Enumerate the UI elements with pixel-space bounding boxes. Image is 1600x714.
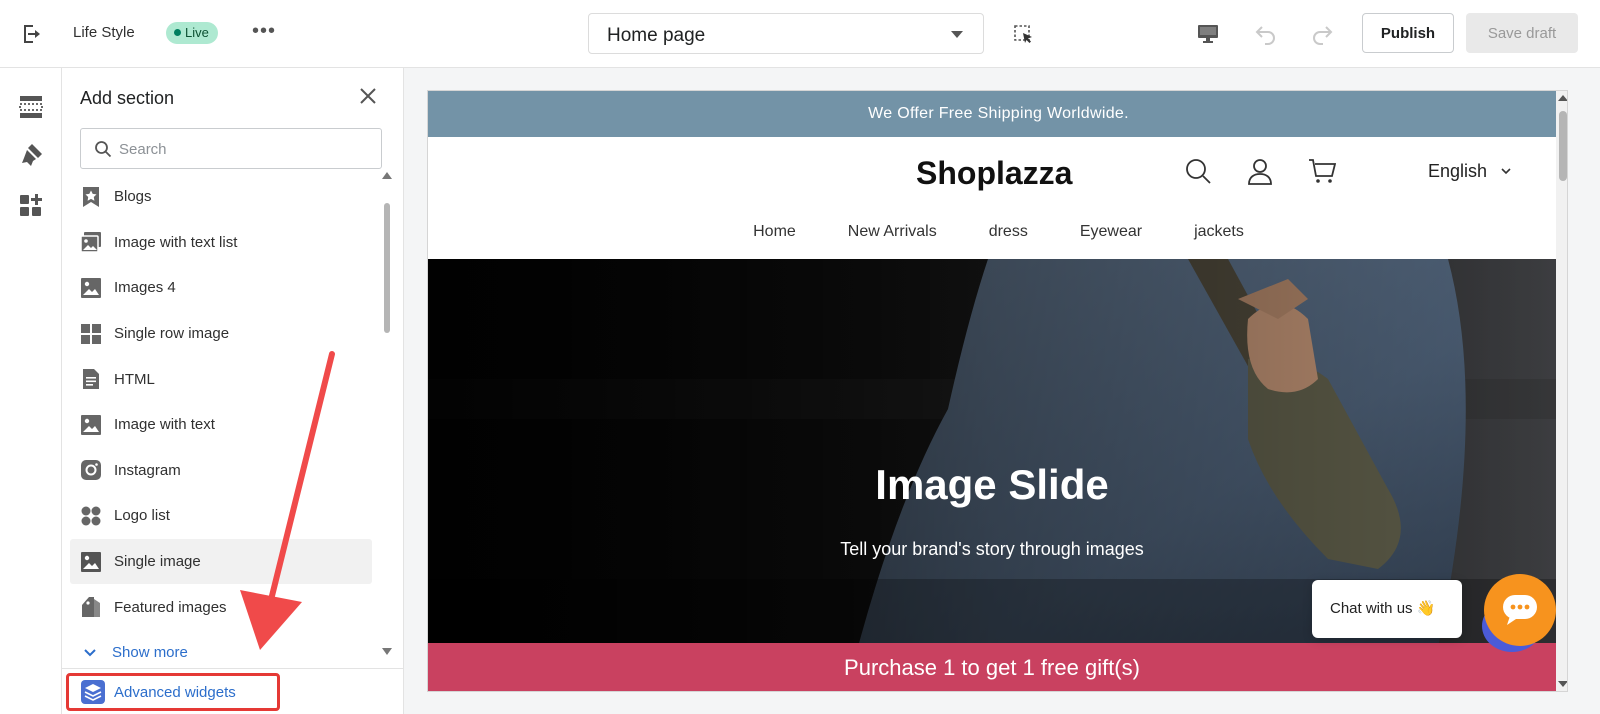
image-icon [81, 551, 101, 572]
section-item-label: HTML [114, 370, 155, 388]
advanced-widgets-button[interactable]: Advanced widgets [66, 673, 280, 711]
promo-bar[interactable]: Purchase 1 to get 1 free gift(s) [428, 643, 1556, 691]
advanced-widgets-label: Advanced widgets [114, 683, 236, 701]
chat-button[interactable] [1484, 574, 1556, 646]
section-item-label: Single image [114, 553, 201, 571]
section-item-label: Instagram [114, 461, 181, 479]
announcement-bar: We Offer Free Shipping Worldwide. [428, 91, 1567, 137]
redo-icon[interactable] [1310, 22, 1334, 46]
image-list-icon [80, 232, 101, 254]
nav-item-new-arrivals[interactable]: New Arrivals [848, 223, 937, 241]
show-more-link[interactable]: Show more [84, 644, 188, 661]
store-nav: Home New Arrivals dress Eyewear jackets [428, 223, 1567, 241]
section-item-label: Image with text [114, 416, 215, 434]
panel-scrollbar-thumb[interactable] [384, 203, 390, 333]
publish-button[interactable]: Publish [1362, 13, 1454, 53]
preview-scrollbar-thumb[interactable] [1559, 111, 1567, 181]
search-input[interactable] [119, 135, 369, 163]
status-badge: Live [166, 22, 218, 44]
top-bar: Life Style Live ••• Home page Publish Sa… [0, 0, 1600, 68]
section-item-image-with-text-list[interactable]: Image with text list [70, 220, 372, 266]
grid-icon [81, 323, 101, 344]
scroll-down-arrow[interactable] [1558, 681, 1567, 687]
chevron-down-icon [84, 648, 96, 656]
instagram-icon [81, 460, 101, 481]
close-icon[interactable] [358, 86, 378, 106]
nav-item-jackets[interactable]: jackets [1194, 223, 1244, 241]
image-icon [81, 277, 101, 298]
scroll-down-arrow[interactable] [382, 648, 392, 655]
hero-subtitle: Tell your brand's story through images [840, 539, 1144, 559]
section-item-label: Image with text list [114, 233, 238, 251]
chat-prompt[interactable]: Chat with us 👋 [1312, 580, 1462, 638]
status-dot [174, 29, 181, 36]
scroll-up-arrow[interactable] [382, 172, 392, 179]
search-icon [95, 141, 112, 158]
language-selector[interactable]: English [1428, 161, 1511, 182]
search-icon[interactable] [1184, 157, 1212, 185]
language-label: English [1428, 161, 1488, 181]
save-draft-button[interactable]: Save draft [1466, 13, 1578, 53]
account-icon[interactable] [1246, 157, 1274, 185]
store-name: Life Style [73, 24, 135, 41]
nav-item-dress[interactable]: dress [989, 223, 1028, 241]
annotation-arrow [240, 351, 335, 650]
nav-item-eyewear[interactable]: Eyewear [1080, 223, 1142, 241]
chevron-down-icon [951, 31, 963, 38]
page-select[interactable]: Home page [588, 13, 984, 54]
cart-icon[interactable] [1308, 157, 1336, 185]
logo-grid-icon [81, 506, 101, 526]
nav-item-home[interactable]: Home [753, 223, 796, 241]
section-item-images-4[interactable]: Images 4 [70, 265, 372, 311]
chat-icon [1503, 595, 1537, 625]
preview-scrollbar[interactable] [1556, 91, 1567, 691]
chevron-down-icon [1501, 168, 1511, 175]
more-options-button[interactable]: ••• [252, 20, 276, 43]
section-item-blogs[interactable]: Blogs [70, 174, 372, 220]
sections-icon[interactable] [18, 94, 44, 120]
apps-add-icon[interactable] [18, 192, 44, 218]
panel-title: Add section [80, 88, 175, 108]
theme-settings-brush-icon[interactable] [18, 142, 44, 168]
inspector-select-icon[interactable] [1013, 24, 1035, 46]
section-item-label: Images 4 [114, 279, 176, 297]
star-bookmark-icon [83, 186, 99, 207]
search-field[interactable] [80, 128, 382, 169]
document-icon [83, 369, 99, 390]
exit-icon[interactable] [20, 22, 44, 46]
status-badge-label: Live [185, 25, 209, 40]
undo-icon[interactable] [1254, 22, 1278, 46]
scroll-up-arrow[interactable] [1558, 95, 1567, 101]
page-select-value: Home page [607, 25, 706, 46]
layers-icon [81, 680, 105, 704]
show-more-label: Show more [112, 644, 188, 661]
left-rail [0, 68, 62, 714]
section-item-label: Single row image [114, 325, 230, 343]
store-logo[interactable]: Shoplazza [916, 155, 1072, 192]
hero-title: Image Slide [875, 461, 1109, 508]
desktop-icon[interactable] [1196, 22, 1220, 46]
tag-icon [82, 597, 100, 618]
image-icon [81, 414, 101, 435]
section-item-label: Logo list [114, 507, 170, 525]
section-item-label: Blogs [114, 188, 152, 206]
section-item-label: Featured images [114, 598, 227, 616]
